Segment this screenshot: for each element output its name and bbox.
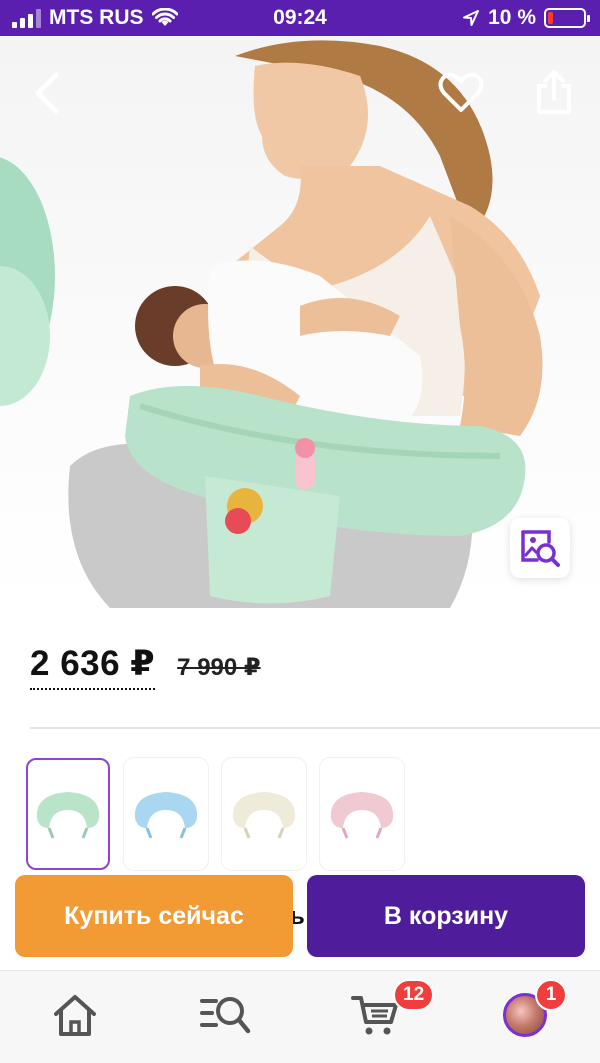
image-search-button[interactable] — [510, 518, 570, 578]
favorite-button[interactable] — [434, 66, 488, 120]
status-bar: MTS RUS 09:24 10 % — [0, 0, 600, 36]
buy-now-button[interactable]: Купить сейчас — [15, 875, 293, 957]
image-search-icon — [521, 530, 560, 567]
variant-pink[interactable] — [320, 758, 404, 870]
tab-home[interactable] — [47, 989, 103, 1041]
battery-percent: 10 % — [488, 6, 536, 29]
cart-count-badge: 12 — [393, 979, 435, 1011]
product-image-gallery[interactable] — [0, 36, 600, 608]
heart-icon — [438, 72, 484, 112]
carrier-name: MTS RUS — [49, 6, 144, 29]
pillow-thumbnail-icon — [134, 792, 198, 839]
old-price: 7 990 ₽ — [177, 654, 261, 681]
price-row: 2 636 ₽ 7 990 ₽ — [30, 644, 261, 690]
tab-catalog[interactable] — [197, 989, 253, 1041]
pillow-thumbnail-icon — [36, 792, 100, 839]
chevron-left-icon — [35, 72, 59, 114]
current-price[interactable]: 2 636 ₽ — [30, 644, 156, 690]
add-to-cart-button[interactable]: В корзину — [307, 875, 585, 957]
share-button[interactable] — [528, 64, 580, 120]
battery-icon — [544, 8, 590, 28]
location-arrow-icon — [463, 10, 480, 26]
home-icon — [54, 995, 96, 1036]
divider — [30, 727, 600, 729]
status-left: MTS RUS — [12, 0, 178, 36]
signal-bars-icon — [12, 8, 41, 28]
pillow-thumbnail-icon — [232, 792, 296, 839]
wifi-icon — [151, 8, 178, 26]
bottom-tab-bar — [0, 970, 600, 1063]
profile-notification-badge: 1 — [535, 979, 567, 1011]
catalog-search-icon — [200, 997, 251, 1034]
variant-blue[interactable] — [124, 758, 208, 870]
variant-green[interactable] — [26, 758, 110, 870]
status-right: 10 % — [462, 0, 590, 36]
color-variants — [26, 758, 404, 870]
share-icon — [537, 70, 571, 114]
variant-beige[interactable] — [222, 758, 306, 870]
back-button[interactable] — [22, 68, 72, 118]
pillow-thumbnail-icon — [330, 792, 394, 839]
product-photo — [0, 40, 543, 608]
